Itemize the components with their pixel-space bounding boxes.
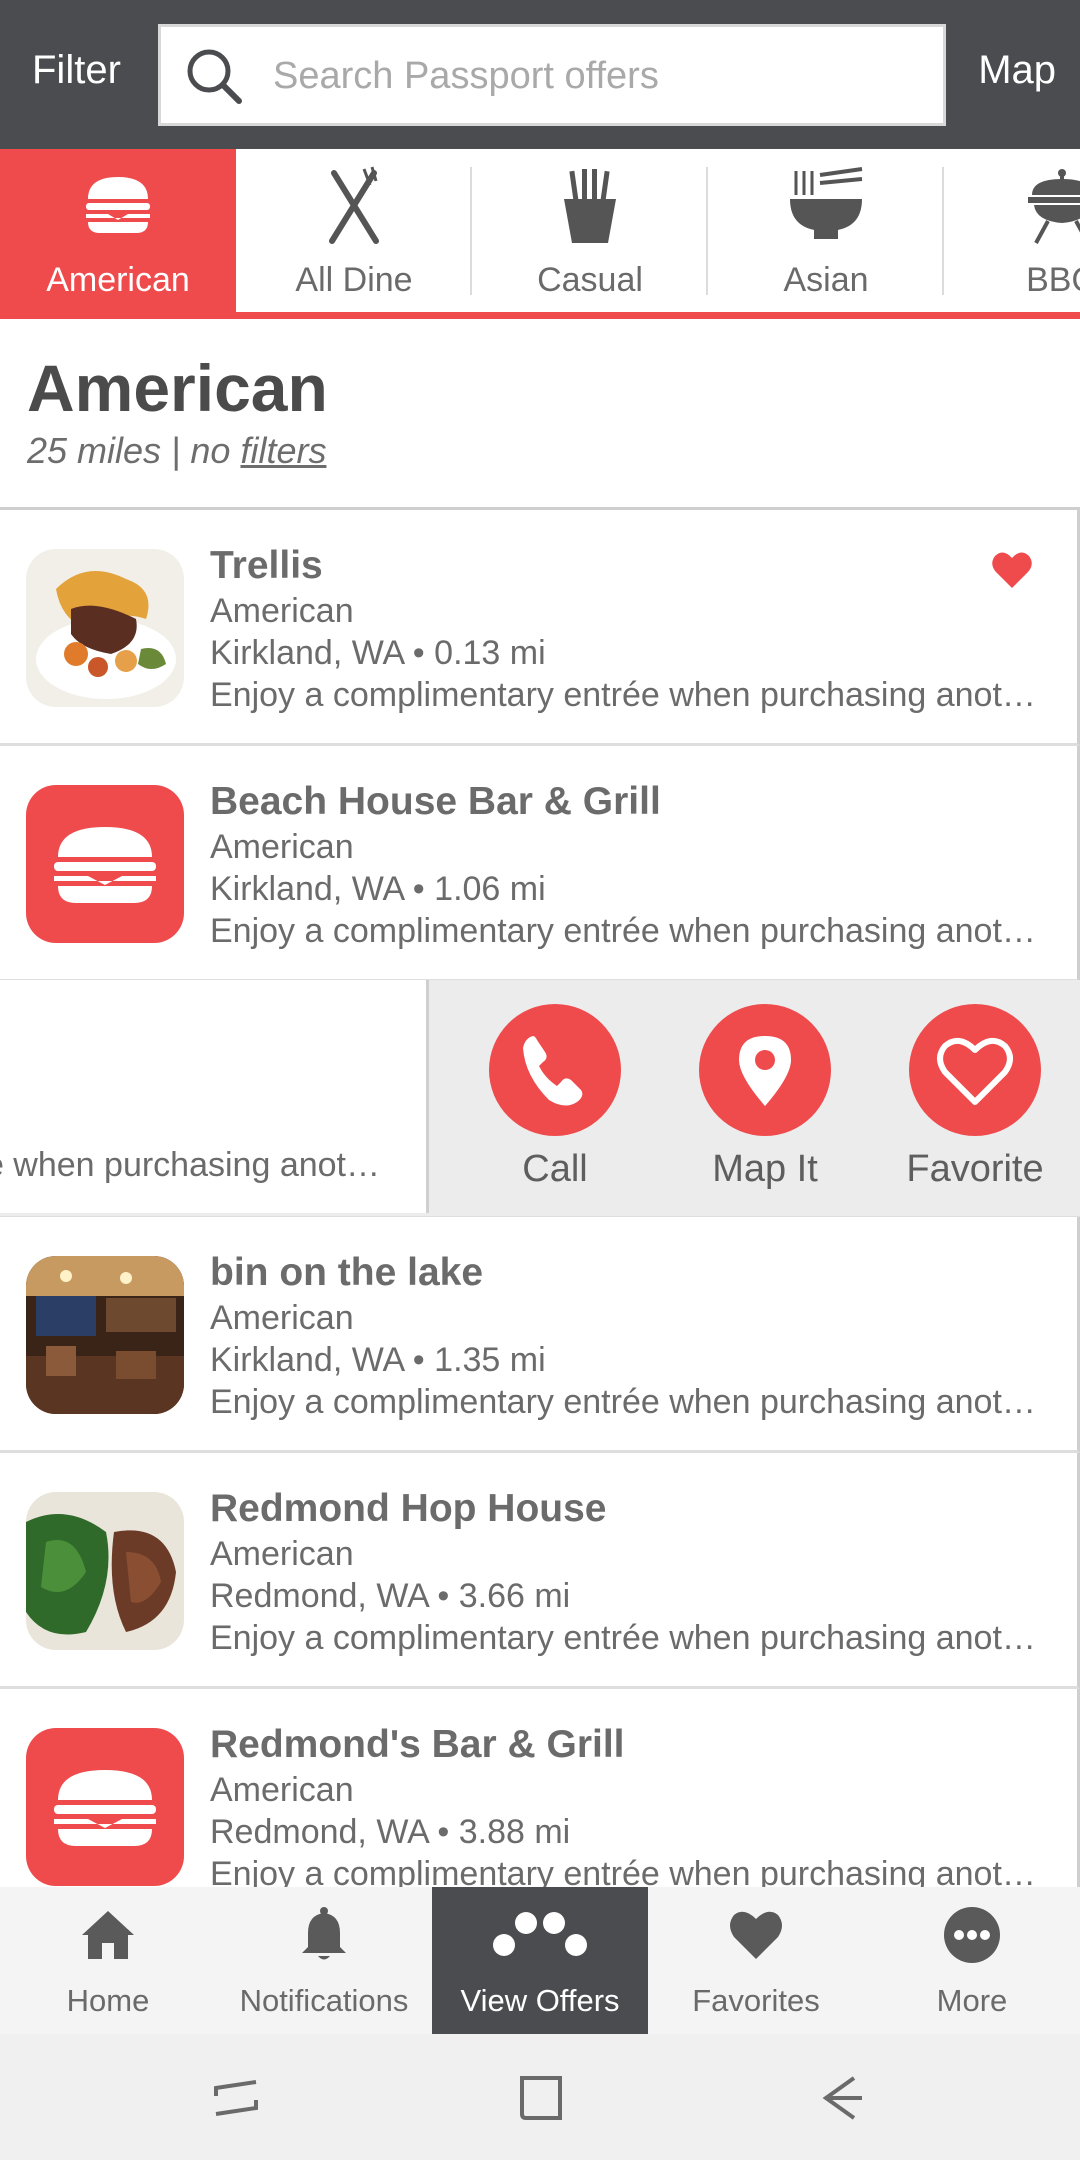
restaurant-location: Kirkland, WA • 1.35 mi: [210, 1341, 546, 1379]
fork-knife-icon: [329, 166, 379, 244]
restaurant-location: Kirkland, WA • 1.06 mi: [210, 870, 546, 908]
map-it-label: Map It: [712, 1148, 818, 1190]
home-icon: [82, 1911, 134, 1959]
category-tab-asian[interactable]: Asian: [708, 149, 944, 312]
restaurant-category: American: [210, 828, 354, 866]
category-label: All Dine: [295, 261, 413, 299]
map-pin-icon: [739, 1036, 791, 1106]
nav-view-offers[interactable]: View Offers: [432, 1887, 648, 2034]
restaurant-offer: Enjoy a complimentary entrée when purcha…: [210, 1619, 1040, 1657]
nav-home[interactable]: Home: [0, 1887, 216, 2034]
restaurant-thumb: [26, 785, 184, 943]
category-tab-american[interactable]: American: [0, 149, 236, 312]
phone-icon: [523, 1036, 583, 1106]
restaurant-name: Trellis: [210, 544, 323, 587]
category-label: Asian: [783, 261, 869, 299]
restaurant-thumb: [26, 1728, 184, 1886]
search-input[interactable]: Search Passport offers: [158, 24, 946, 126]
page-title: American: [27, 351, 328, 425]
recent-apps-icon[interactable]: [208, 2070, 264, 2126]
restaurant-name: Redmond Hop House: [210, 1487, 607, 1530]
nav-label: More: [936, 1983, 1008, 2018]
heart-outline-icon: [937, 1037, 1013, 1105]
restaurant-offer: Enjoy a complimentary entrée when purcha…: [210, 1383, 1040, 1421]
restaurant-photo: [26, 1256, 184, 1414]
restaurant-photo: [26, 549, 184, 707]
restaurant-photo: [26, 1492, 184, 1650]
grill-icon: [1028, 169, 1080, 244]
fries-icon: [564, 169, 616, 243]
system-nav-bar: [0, 2034, 1080, 2160]
restaurant-name: Beach House Bar & Grill: [210, 780, 661, 823]
category-label: Casual: [537, 261, 643, 299]
restaurant-category: American: [210, 1535, 354, 1573]
nav-label: Notifications: [239, 1983, 409, 2018]
call-label: Call: [522, 1148, 588, 1190]
swiped-item-content[interactable]: e when purchasing anot…: [0, 980, 429, 1213]
burger-icon: [86, 177, 150, 233]
restaurant-offer: Enjoy a complimentary entrée when purcha…: [210, 912, 1040, 950]
restaurant-location: Redmond, WA • 3.66 mi: [210, 1577, 571, 1615]
list-item[interactable]: bin on the lake American Kirkland, WA • …: [0, 1217, 1080, 1453]
bell-icon: [302, 1907, 346, 1960]
restaurant-location: Kirkland, WA • 0.13 mi: [210, 634, 546, 672]
favorite-label: Favorite: [906, 1148, 1044, 1190]
category-tab-all-dine[interactable]: All Dine: [236, 149, 472, 312]
search-placeholder: Search Passport offers: [273, 55, 659, 97]
nav-more[interactable]: More: [864, 1887, 1080, 2034]
restaurant-name: Redmond's Bar & Grill: [210, 1723, 625, 1766]
restaurant-offer: Enjoy a complimentary entrée when purcha…: [210, 676, 1040, 714]
nav-notifications[interactable]: Notifications: [216, 1887, 432, 2034]
nav-favorites[interactable]: Favorites: [648, 1887, 864, 2034]
category-tab-casual[interactable]: Casual: [472, 149, 708, 312]
restaurant-location: Redmond, WA • 3.88 mi: [210, 1813, 571, 1851]
radius-text: 25 miles | no: [27, 430, 241, 471]
category-tab-bbq[interactable]: BBQ: [944, 149, 1080, 312]
list-item[interactable]: Redmond Hop House American Redmond, WA •…: [0, 1453, 1080, 1689]
list-item[interactable]: Beach House Bar & Grill American Kirklan…: [0, 746, 1080, 982]
favorite-heart-icon[interactable]: [991, 550, 1033, 590]
back-arrow-icon[interactable]: [814, 2070, 870, 2126]
top-bar: Filter Search Passport offers Map: [0, 0, 1080, 149]
favorite-button[interactable]: Favorite: [895, 1004, 1055, 1191]
noodle-bowl-icon: [790, 167, 863, 239]
search-scope-text: 25 miles | no filters: [27, 430, 326, 472]
burger-icon: [54, 827, 156, 903]
filters-link[interactable]: filters: [240, 430, 326, 471]
map-it-button[interactable]: Map It: [685, 1004, 845, 1191]
restaurant-category: American: [210, 1299, 354, 1337]
burger-icon: [54, 1770, 156, 1846]
restaurant-category: American: [210, 592, 354, 630]
offers-dots-icon: [493, 1912, 587, 1956]
call-button[interactable]: Call: [475, 1004, 635, 1191]
category-label: American: [46, 261, 190, 299]
list-item[interactable]: Trellis American Kirkland, WA • 0.13 mi …: [0, 510, 1080, 746]
category-label: BBQ: [1026, 261, 1080, 299]
restaurant-category: American: [210, 1771, 354, 1809]
nav-label: Favorites: [692, 1983, 820, 2018]
search-icon: [187, 49, 242, 104]
map-button[interactable]: Map: [978, 48, 1056, 93]
category-strip: American All Dine Casual Asian BB: [0, 149, 1080, 319]
filter-button[interactable]: Filter: [32, 48, 121, 93]
more-icon: [944, 1907, 1000, 1963]
bottom-nav: Home Notifications View Offers Favorites: [0, 1887, 1080, 2034]
heart-icon: [730, 1911, 782, 1959]
nav-label: View Offers: [460, 1983, 620, 2018]
home-square-icon[interactable]: [512, 2070, 568, 2126]
nav-label: Home: [66, 1983, 150, 2018]
restaurant-name: bin on the lake: [210, 1251, 484, 1294]
swiped-list-item[interactable]: e when purchasing anot… Call Map It Favo…: [0, 980, 1080, 1219]
restaurant-offer: e when purchasing anot…: [0, 1146, 380, 1184]
